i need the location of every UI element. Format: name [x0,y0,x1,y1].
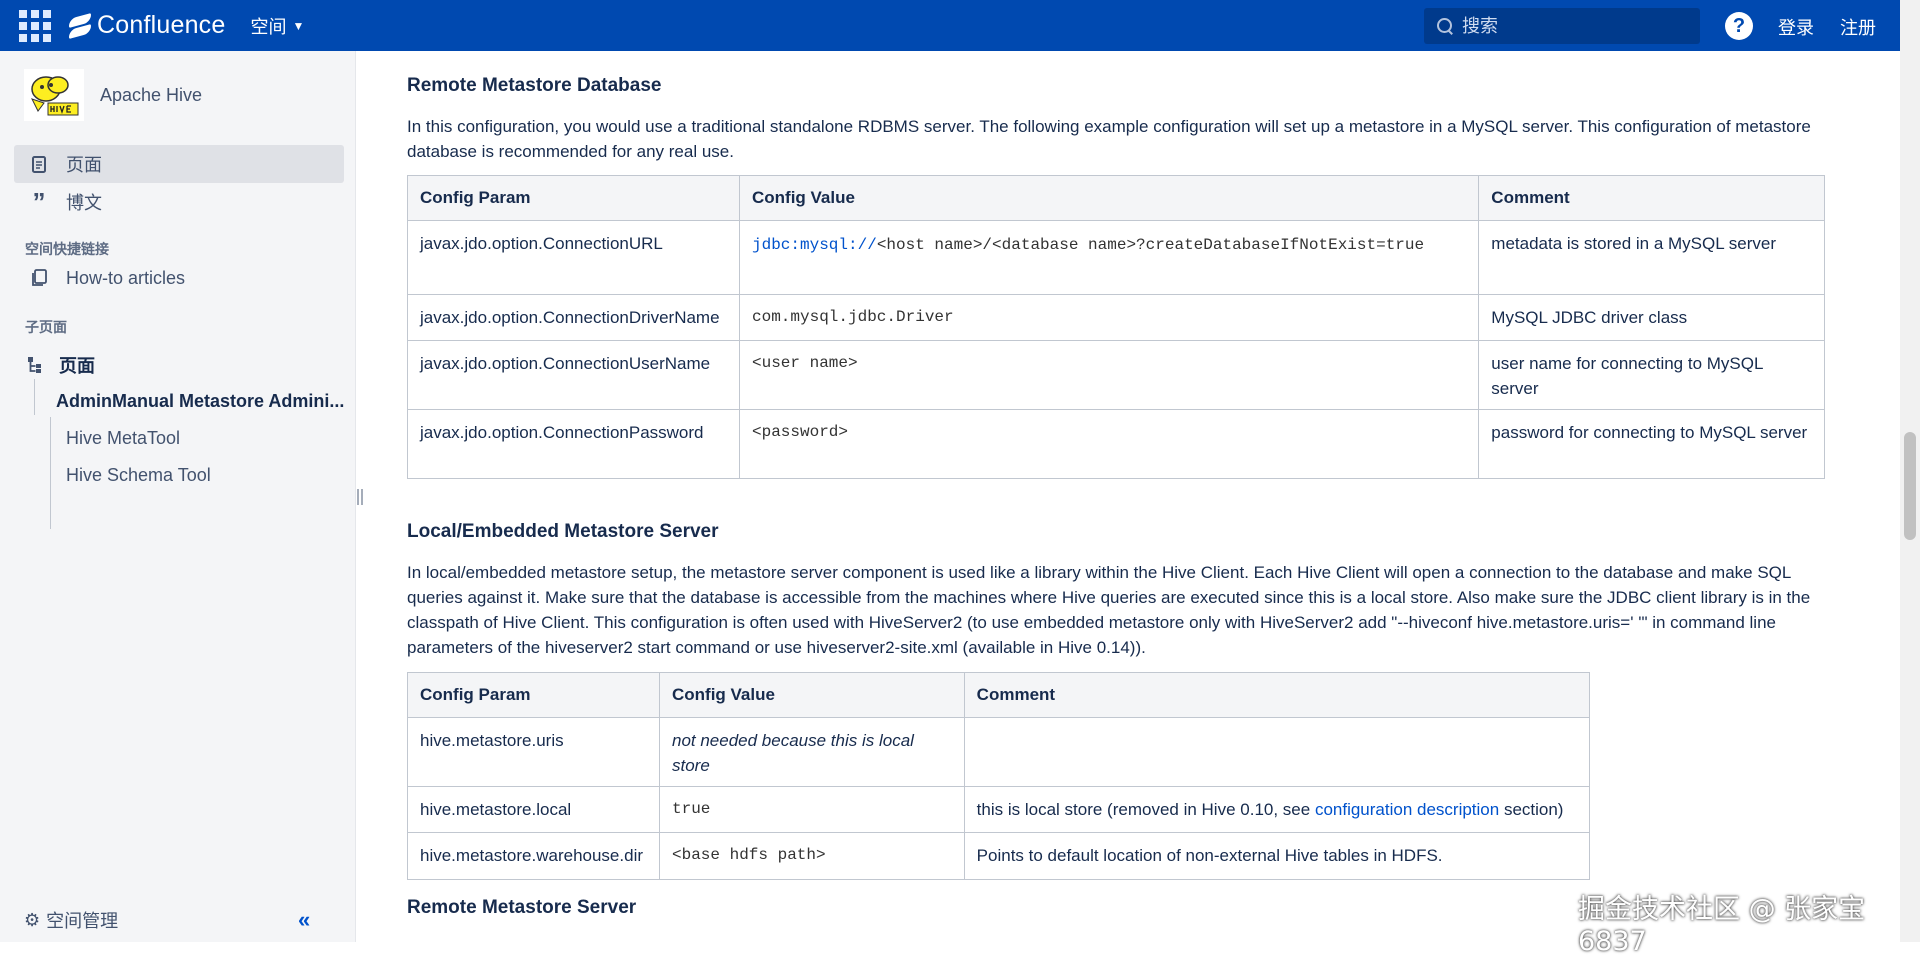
table-cell [963,717,1591,787]
collapse-sidebar-icon[interactable]: « [298,907,310,933]
table-row: javax.jdo.option.ConnectionPassword <pas… [407,409,1825,479]
top-navigation-bar: Confluence 空间 ▼ ? 登录 注册 [0,0,1900,51]
shortcut-how-to-articles[interactable]: How-to articles [14,259,344,297]
login-link[interactable]: 登录 [1778,14,1814,40]
hive-logo-icon [24,69,84,121]
section-heading: Remote Metastore Server [407,897,637,918]
tree-item-child[interactable]: Hive MetaTool [66,428,180,449]
table-cell: password for connecting to MySQL server [1478,409,1825,479]
hierarchy-icon [27,356,43,374]
table-row: javax.jdo.option.ConnectionURL jdbc:mysq… [407,220,1825,295]
section-paragraph: In this configuration, you would use a t… [407,117,1811,161]
shortcut-label: How-to articles [66,267,186,288]
space-admin-button[interactable]: ⚙ 空间管理 [24,907,118,933]
table-cell: com.mysql.jdbc.Driver [738,294,1480,341]
table-row: hive.metastore.local true this is local … [407,786,1591,833]
comment-text: section) [1499,800,1564,819]
watermark-text: 掘金技术社区 @ 张家宝6837 [1578,894,1866,957]
confluence-logo-icon [69,15,91,37]
comment-text: this is local store (removed in Hive 0.1… [976,800,1315,819]
table-header-row: Config Param Config Value Comment [407,175,1825,221]
confluence-logo[interactable]: Confluence [69,11,225,40]
table-cell: Points to default location of non-extern… [963,832,1591,880]
signup-link[interactable]: 注册 [1840,14,1876,40]
table-header: Comment [963,672,1591,718]
table-cell: metadata is stored in a MySQL server [1478,220,1825,295]
product-name: Confluence [97,11,226,39]
children-title: 子页面 [25,319,67,335]
table-header: Config Value [658,672,965,718]
copy-icon [28,269,50,287]
help-icon[interactable]: ? [1725,12,1753,40]
tree-item-root[interactable]: 页面 [27,352,95,378]
table-cell: <password> [738,409,1480,479]
spaces-menu-label: 空间 [250,16,287,37]
config-value-text: <host name>/<database name>?createDataba… [876,236,1425,254]
config-table: Config Param Config Value Comment javax.… [407,175,1825,479]
table-cell: not needed because this is local store [658,717,965,787]
sidebar-item-label: 博文 [66,193,102,213]
quote-icon: ” [32,187,46,217]
space-sidebar: Apache Hive 页面 ” 博文 空间快捷链接 How-to articl… [0,51,356,942]
search-input[interactable] [1462,15,1692,37]
sidebar-resize-handle[interactable] [357,489,363,505]
tree-item-child[interactable]: Hive Schema Tool [66,465,211,486]
table-cell: hive.metastore.warehouse.dir [407,832,660,880]
table-cell: hive.metastore.uris [407,717,660,787]
table-row: hive.metastore.uris not needed because t… [407,717,1591,787]
table-cell: hive.metastore.local [407,786,660,833]
search-icon [1436,17,1454,35]
scrollbar-thumb[interactable] [1904,432,1916,540]
tree-item-parent[interactable]: AdminManual Metastore Admini... [56,391,344,412]
table-header-row: Config Param Config Value Comment [407,672,1591,718]
sidebar-item-label: 页面 [66,155,102,175]
table-cell: javax.jdo.option.ConnectionUserName [407,340,740,410]
section-paragraph: In local/embedded metastore setup, the m… [407,563,1811,657]
table-cell: user name for connecting to MySQL server [1478,340,1825,410]
table-header: Config Value [738,175,1480,221]
table-row: javax.jdo.option.ConnectionUserName <use… [407,340,1825,410]
sidebar-item-pages[interactable]: 页面 [14,145,344,183]
table-cell: jdbc:mysql://<host name>/<database name>… [738,220,1480,295]
sidebar-item-blog[interactable]: ” 博文 [14,183,344,221]
section-heading: Local/Embedded Metastore Server [407,521,719,542]
table-cell: javax.jdo.option.ConnectionURL [407,220,740,295]
table-row: hive.metastore.warehouse.dir <base hdfs … [407,832,1591,880]
space-admin-label: 空间管理 [46,911,119,931]
table-header: Config Param [407,175,740,221]
space-name: Apache Hive [100,84,203,105]
tree-root-label: 页面 [59,356,95,376]
table-cell: true [658,786,965,833]
config-table: Config Param Config Value Comment hive.m… [407,672,1591,880]
table-cell: MySQL JDBC driver class [1478,294,1825,341]
table-header: Comment [1478,175,1825,221]
table-cell: javax.jdo.option.ConnectionDriverName [407,294,740,341]
table-header: Config Param [407,672,660,718]
page-icon [28,155,50,173]
table-cell: <user name> [738,340,1480,410]
search-box[interactable] [1424,8,1700,44]
table-row: javax.jdo.option.ConnectionDriverName co… [407,294,1825,341]
tree-connector [50,417,51,529]
shortcuts-title: 空间快捷链接 [25,241,109,257]
gear-icon: ⚙ [24,909,41,930]
table-cell: this is local store (removed in Hive 0.1… [963,786,1591,833]
tree-connector [34,379,35,415]
page-scrollbar[interactable] [1900,0,1920,942]
app-switcher-icon[interactable] [17,8,53,44]
space-header[interactable]: Apache Hive [24,69,202,121]
configuration-description-link[interactable]: configuration description [1315,800,1499,819]
spaces-menu-button[interactable]: 空间 ▼ [250,13,304,39]
jdbc-link[interactable]: jdbc:mysql:// [752,236,877,254]
section-heading: Remote Metastore Database [407,75,662,96]
table-cell: javax.jdo.option.ConnectionPassword [407,409,740,479]
chevron-down-icon: ▼ [292,18,305,33]
table-cell: <base hdfs path> [658,832,965,880]
